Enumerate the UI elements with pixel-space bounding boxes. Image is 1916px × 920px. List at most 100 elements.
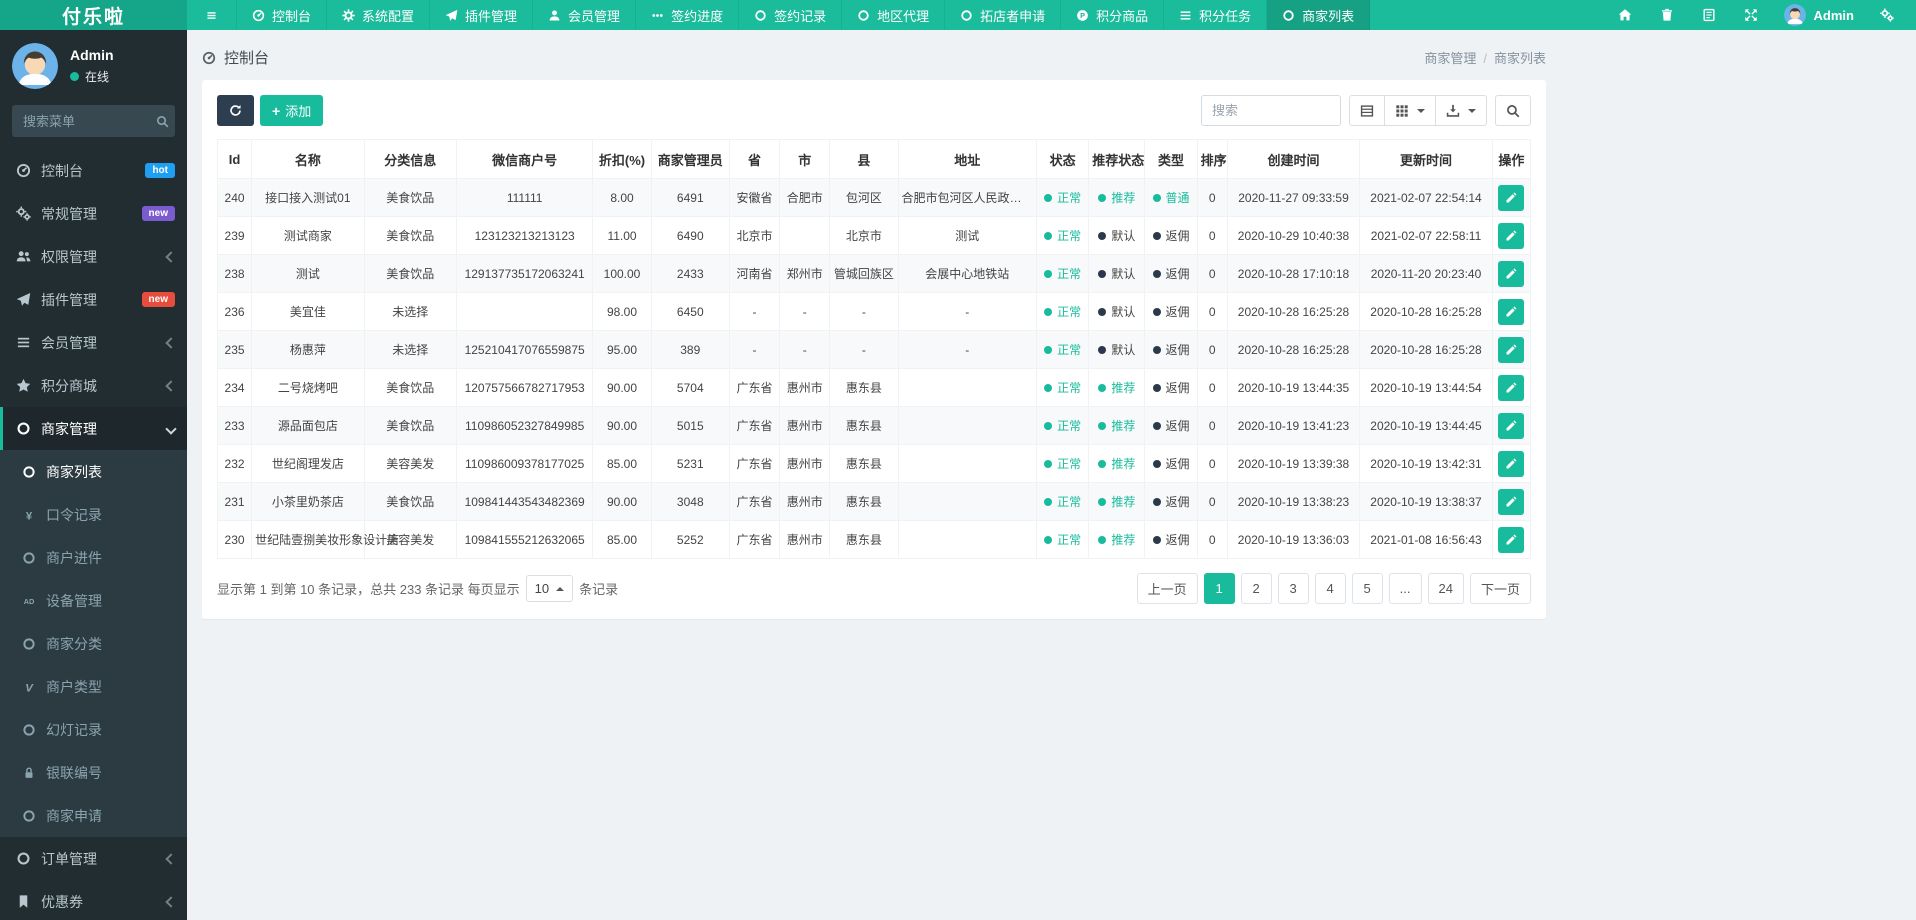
column-header[interactable]: 县 bbox=[829, 139, 899, 179]
page-button[interactable]: 上一页 bbox=[1136, 573, 1198, 604]
topnav-item[interactable]: 插件管理 bbox=[430, 0, 534, 30]
toggle-view-button[interactable] bbox=[1349, 95, 1385, 126]
refresh-button[interactable] bbox=[217, 95, 254, 126]
sidebar-search-button[interactable] bbox=[156, 113, 169, 128]
column-header[interactable]: 分类信息 bbox=[363, 139, 457, 179]
topnav-item[interactable]: 系统配置 bbox=[327, 0, 431, 30]
type-badge: 返佣 bbox=[1152, 493, 1190, 510]
sidebar-item[interactable]: 常规管理 new bbox=[0, 192, 187, 235]
sidebar-subitem[interactable]: 幻灯记录 bbox=[0, 708, 187, 751]
sidebar-subitem[interactable]: 设备管理 bbox=[0, 579, 187, 622]
sidebar-item[interactable]: 积分商城 bbox=[0, 364, 187, 407]
page-button[interactable]: 1 bbox=[1203, 573, 1235, 604]
edit-button[interactable] bbox=[1498, 336, 1525, 363]
type-badge: 返佣 bbox=[1152, 531, 1190, 548]
sidebar-item[interactable]: 会员管理 bbox=[0, 321, 187, 364]
column-header[interactable]: 省 bbox=[728, 139, 781, 179]
chevron-left-icon bbox=[165, 379, 177, 392]
page-button[interactable]: 5 bbox=[1351, 573, 1383, 604]
sidebar-item[interactable]: 权限管理 bbox=[0, 235, 187, 278]
edit-button[interactable] bbox=[1498, 184, 1525, 211]
users-icon bbox=[16, 249, 31, 264]
circle-icon bbox=[857, 9, 870, 22]
user-menu[interactable]: Admin bbox=[1772, 0, 1866, 30]
breadcrumb-item[interactable]: 商家列表 bbox=[1494, 51, 1546, 66]
page-button[interactable]: 下一页 bbox=[1469, 573, 1531, 604]
sidebar-subitem[interactable]: 商户类型 bbox=[0, 665, 187, 708]
topnav-item[interactable]: 签约进度 bbox=[636, 0, 740, 30]
sidebar-item[interactable]: 优惠券 bbox=[0, 880, 187, 920]
column-header[interactable]: Id bbox=[216, 139, 253, 179]
circle-icon bbox=[16, 421, 31, 436]
edit-button[interactable] bbox=[1498, 260, 1525, 287]
column-header[interactable]: 更新时间 bbox=[1359, 139, 1493, 179]
page-button[interactable]: 3 bbox=[1277, 573, 1309, 604]
add-button[interactable]: + 添加 bbox=[260, 95, 324, 126]
trash-button[interactable] bbox=[1646, 0, 1688, 30]
sidebar-subitem[interactable]: 商家列表 bbox=[0, 450, 187, 493]
column-header[interactable]: 微信商户号 bbox=[455, 139, 594, 179]
edit-button[interactable] bbox=[1498, 526, 1525, 553]
edit-button[interactable] bbox=[1498, 450, 1525, 477]
topnav-item[interactable]: 积分任务 bbox=[1164, 0, 1268, 30]
status-badge: 正常 bbox=[1044, 341, 1081, 358]
page-size-dropdown[interactable]: 10 bbox=[525, 575, 574, 602]
sidebar-subitem[interactable]: 商户进件 bbox=[0, 536, 187, 579]
column-header[interactable]: 折扣(%) bbox=[592, 139, 652, 179]
columns-button[interactable] bbox=[1384, 95, 1436, 126]
sidebar-subitem[interactable]: 口令记录 bbox=[0, 493, 187, 536]
sidebar-item[interactable]: 控制台 hot bbox=[0, 149, 187, 192]
main-content: 控制台 商家管理 / 商家列表 + 添加 搜索 Id 名称 分类信息 微信商户号… bbox=[187, 30, 1561, 920]
status-dot-icon bbox=[1098, 193, 1107, 202]
brand-logo[interactable]: 付乐啦 bbox=[0, 0, 187, 30]
sidebar-subitem[interactable]: 商家申请 bbox=[0, 794, 187, 837]
log-button[interactable] bbox=[1688, 0, 1730, 30]
sidebar-item[interactable]: 订单管理 bbox=[0, 837, 187, 880]
edit-button[interactable] bbox=[1498, 374, 1525, 401]
avatar bbox=[1784, 4, 1806, 26]
type-badge: 返佣 bbox=[1152, 341, 1190, 358]
topnav-item[interactable]: 地区代理 bbox=[842, 0, 946, 30]
sidebar-toggle-button[interactable] bbox=[187, 0, 237, 30]
column-header[interactable]: 类型 bbox=[1144, 139, 1198, 179]
table-row: 234 二号烧烤吧 美食饮品 120757566782717953 90.00 … bbox=[216, 368, 1532, 407]
column-header[interactable]: 操作 bbox=[1491, 139, 1532, 179]
sidebar-item[interactable]: 插件管理 new bbox=[0, 278, 187, 321]
home-button[interactable] bbox=[1604, 0, 1646, 30]
plane-icon bbox=[16, 292, 31, 307]
column-header[interactable]: 创建时间 bbox=[1226, 139, 1361, 179]
sidebar-item[interactable]: 商家管理 bbox=[0, 407, 187, 450]
page-button[interactable]: 24 bbox=[1427, 573, 1464, 604]
column-header[interactable]: 地址 bbox=[897, 139, 1038, 179]
topnav-item[interactable]: 会员管理 bbox=[533, 0, 637, 30]
column-header[interactable]: 名称 bbox=[251, 139, 365, 179]
search-button[interactable] bbox=[1495, 95, 1531, 126]
page-button[interactable]: 2 bbox=[1240, 573, 1272, 604]
topnav-item[interactable]: 控制台 bbox=[237, 0, 328, 30]
edit-button[interactable] bbox=[1498, 488, 1525, 515]
edit-button[interactable] bbox=[1498, 222, 1525, 249]
fullscreen-button[interactable] bbox=[1730, 0, 1772, 30]
topnav-item[interactable]: 商家列表 bbox=[1267, 0, 1371, 30]
toolbar-right bbox=[1201, 95, 1531, 126]
column-header[interactable]: 商家管理员 bbox=[650, 139, 730, 179]
column-header[interactable]: 排序 bbox=[1196, 139, 1228, 179]
breadcrumb-item[interactable]: 商家管理 bbox=[1424, 51, 1476, 66]
edit-button[interactable] bbox=[1498, 298, 1525, 325]
topnav-item[interactable]: 积分商品 bbox=[1061, 0, 1165, 30]
sidebar-subitem[interactable]: 商家分类 bbox=[0, 622, 187, 665]
page-button[interactable]: 4 bbox=[1314, 573, 1346, 604]
export-button[interactable] bbox=[1435, 95, 1487, 126]
top-navbar: 付乐啦 控制台 系统配置 插件管理 会员管理 签约进度 签约记录 地区代理 拓店者申请 积分商品… bbox=[0, 0, 1916, 30]
table-search-input[interactable] bbox=[1201, 95, 1341, 126]
topnav-item[interactable]: 拓店者申请 bbox=[945, 0, 1062, 30]
topnav-item[interactable]: 签约记录 bbox=[739, 0, 843, 30]
sidebar-search-input[interactable] bbox=[12, 105, 175, 137]
column-header[interactable]: 状态 bbox=[1036, 139, 1090, 179]
page-button[interactable]: ... bbox=[1388, 573, 1422, 604]
edit-button[interactable] bbox=[1498, 412, 1525, 439]
sidebar-subitem[interactable]: 银联编号 bbox=[0, 751, 187, 794]
settings-button[interactable] bbox=[1866, 0, 1908, 30]
column-header[interactable]: 推荐状态 bbox=[1088, 139, 1146, 179]
column-header[interactable]: 市 bbox=[779, 139, 831, 179]
